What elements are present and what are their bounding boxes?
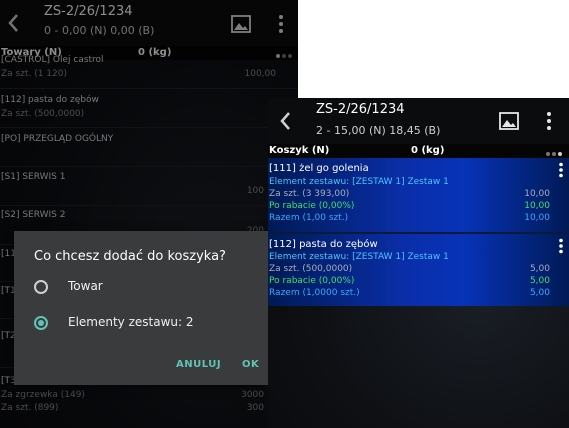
total-value: 10,00 <box>524 213 550 223</box>
more-vert-icon[interactable] <box>557 162 565 178</box>
page-indicator <box>546 148 564 156</box>
set-element-line: Element zestawu: [ZESTAW 1] Zestaw 1 <box>269 252 449 262</box>
right-screen: ZS-2/26/1234 2 - 15,00 (N) 18,45 (B) Kos… <box>268 98 569 428</box>
unit-price-line: Za szt. (3 393,00) <box>269 189 350 199</box>
total-line: Razem (1,0000 szt.) <box>269 288 360 298</box>
document-title: ZS-2/26/1234 <box>316 102 405 117</box>
more-vert-icon[interactable] <box>544 111 554 131</box>
cart-item-name: [111] żel go golenia <box>269 163 369 174</box>
left-screen: ZS-2/26/1234 0 - 0,00 (N) 0,00 (B) Towar… <box>0 0 298 428</box>
unit-price-line: Za szt. (500,0000) <box>269 264 353 274</box>
cart-item[interactable]: [112] pasta do zębów Element zestawu: [Z… <box>268 234 569 306</box>
discount-value: 10,00 <box>524 201 550 211</box>
radio-button-selected[interactable] <box>34 316 48 330</box>
section-header: Koszyk (N) 0 (kg) <box>268 144 569 158</box>
cart-item[interactable]: [111] żel go golenia Element zestawu: [Z… <box>268 158 569 232</box>
add-to-cart-dialog: Co chcesz dodać do koszyka? Towar Elemen… <box>14 231 268 385</box>
discount-line: Po rabacie (0,00%) <box>269 276 355 286</box>
unit-price-value: 10,00 <box>524 189 550 199</box>
dialog-title: Co chcesz dodać do koszyka? <box>34 249 226 264</box>
option-label: Elementy zestawu: 2 <box>68 315 194 329</box>
set-element-line: Element zestawu: [ZESTAW 1] Zestaw 1 <box>269 177 449 187</box>
discount-line: Po rabacie (0,00%) <box>269 201 355 211</box>
unit-price-value: 5,00 <box>529 264 550 274</box>
back-arrow-icon[interactable] <box>276 109 296 133</box>
ok-button[interactable]: OK <box>242 359 259 370</box>
total-line: Razem (1,00 szt.) <box>269 213 349 223</box>
cart-item-name: [112] pasta do zębów <box>269 239 378 250</box>
cart-list: [111] żel go golenia Element zestawu: [Z… <box>268 158 569 306</box>
option-label: Towar <box>68 279 103 293</box>
total-value: 5,00 <box>529 288 550 298</box>
document-summary: 2 - 15,00 (N) 18,45 (B) <box>316 124 441 137</box>
app-bar: ZS-2/26/1234 2 - 15,00 (N) 18,45 (B) <box>268 98 569 144</box>
section-label: Koszyk (N) <box>269 145 330 156</box>
discount-value: 5,00 <box>529 276 550 286</box>
image-icon[interactable] <box>499 112 519 130</box>
option-elementy-zestawu[interactable]: Elementy zestawu: 2 <box>34 313 254 335</box>
section-weight: 0 (kg) <box>411 145 445 156</box>
radio-button[interactable] <box>34 280 48 294</box>
option-towar[interactable]: Towar <box>34 277 254 299</box>
cancel-button[interactable]: ANULUJ <box>176 359 221 370</box>
more-vert-icon[interactable] <box>557 238 565 254</box>
